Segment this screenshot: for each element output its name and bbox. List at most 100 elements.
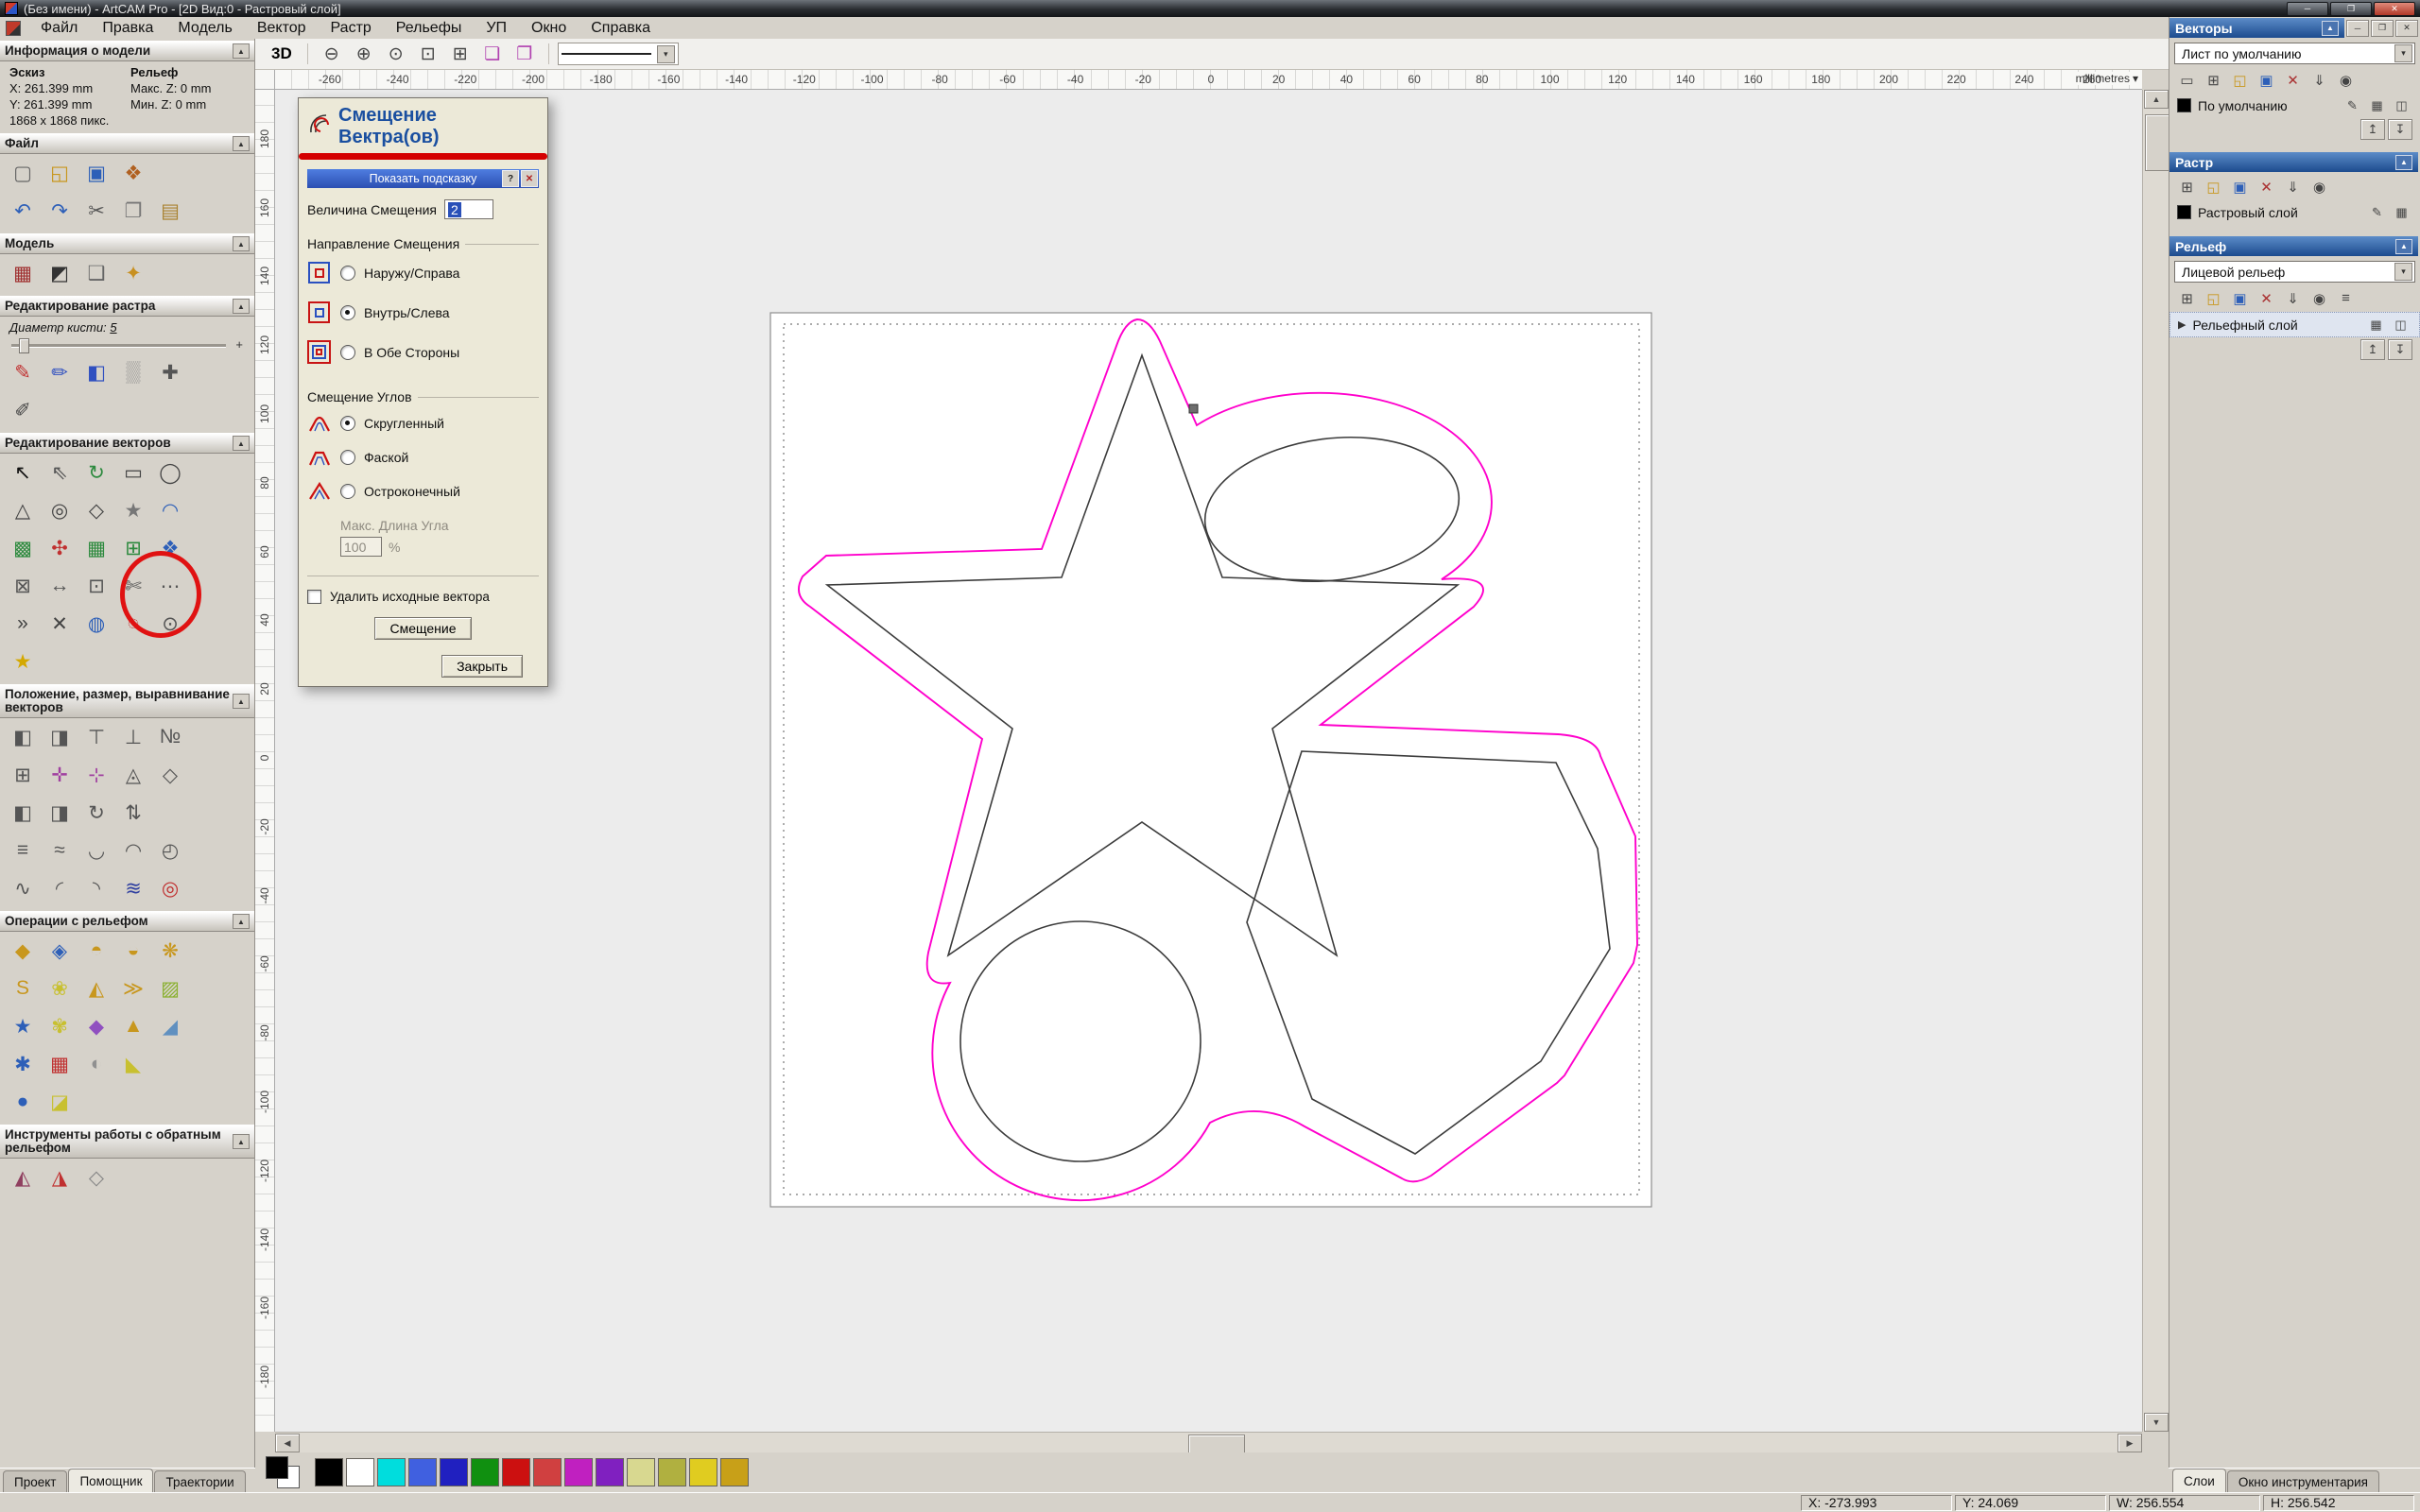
spiral-icon[interactable]: ◴ bbox=[152, 833, 188, 868]
create-circle-icon[interactable]: ◯ bbox=[152, 455, 188, 490]
new-raster-layer-icon[interactable]: ⊞ bbox=[2174, 175, 2200, 198]
create-polyline-icon[interactable]: △ bbox=[5, 493, 41, 527]
show-hint-label[interactable]: Показать подсказку bbox=[370, 172, 477, 185]
measure-icon[interactable]: ↔ bbox=[42, 569, 78, 603]
chevron-down-icon[interactable]: ▾ bbox=[657, 45, 675, 63]
canvas-2d-view[interactable] bbox=[275, 90, 2142, 1432]
save-relief-layer-icon[interactable]: ▣ bbox=[2227, 286, 2253, 310]
menu-help[interactable]: Справка bbox=[579, 17, 663, 39]
collapse-icon[interactable]: ▲ bbox=[233, 236, 250, 251]
zoom-1to1-icon[interactable]: ⊙ bbox=[381, 40, 411, 68]
guidelines-icon[interactable]: ❖ bbox=[152, 531, 188, 565]
tab-layers[interactable]: Слои bbox=[2172, 1469, 2226, 1492]
pyramid-relief-icon[interactable]: ▲ bbox=[115, 1009, 151, 1043]
color-swatch-12[interactable] bbox=[689, 1458, 717, 1486]
menu-model[interactable]: Модель bbox=[165, 17, 244, 39]
draw-icon[interactable]: ✏ bbox=[42, 355, 78, 389]
raster-layer-swatch[interactable] bbox=[2177, 205, 2191, 219]
merge-relief-layers-icon[interactable]: ⇓ bbox=[2280, 286, 2306, 310]
collapse-icon[interactable]: ▲ bbox=[233, 1134, 250, 1149]
open-vector-layer-icon[interactable]: ◱ bbox=[2227, 68, 2253, 92]
transform-vectors-icon[interactable]: ↻ bbox=[78, 455, 114, 490]
merge-raster-layers-icon[interactable]: ⇓ bbox=[2280, 175, 2306, 198]
menu-vector[interactable]: Вектор bbox=[245, 17, 319, 39]
corner-sharp-radio[interactable] bbox=[340, 484, 355, 499]
close-dialog-button[interactable]: Закрыть bbox=[441, 655, 523, 678]
subtract-relief-icon[interactable]: ◒ bbox=[115, 934, 151, 968]
texture-relief-icon[interactable]: ❀ bbox=[42, 971, 78, 1005]
edit-vector-layer-icon[interactable]: ✎ bbox=[2342, 95, 2363, 115]
color-swatch-7[interactable] bbox=[533, 1458, 562, 1486]
horizontal-scroll-thumb[interactable] bbox=[1188, 1435, 1245, 1453]
wave-distort-icon[interactable]: ≈ bbox=[42, 833, 78, 868]
help-button[interactable]: ? bbox=[502, 170, 519, 187]
delete-raster-layer-icon[interactable]: ✕ bbox=[2254, 175, 2279, 198]
intersect-vectors-icon[interactable]: ✕ bbox=[42, 607, 78, 641]
merge-vector-layers-icon[interactable]: ⇓ bbox=[2307, 68, 2332, 92]
align-left-icon[interactable]: ◧ bbox=[5, 720, 41, 754]
move-layer-down-icon[interactable]: ↧ bbox=[2388, 339, 2412, 360]
select-vectors-icon[interactable]: ↖ bbox=[5, 455, 41, 490]
mdi-restore-button[interactable]: ❐ bbox=[2371, 20, 2394, 37]
save-raster-layer-icon[interactable]: ▣ bbox=[2227, 175, 2253, 198]
direction-inward-radio[interactable] bbox=[340, 305, 355, 320]
color-swatch-8[interactable] bbox=[564, 1458, 593, 1486]
model-lightbulb-icon[interactable]: ✦ bbox=[115, 256, 151, 290]
dome-relief-icon[interactable]: ◐ bbox=[78, 1047, 114, 1081]
view-3d-button[interactable]: 3D bbox=[265, 42, 299, 66]
emboss-icon[interactable]: ◭ bbox=[78, 971, 114, 1005]
block-copy-icon[interactable]: ✣ bbox=[42, 531, 78, 565]
weave-relief-icon[interactable]: ▦ bbox=[42, 1047, 78, 1081]
magic-wand-icon[interactable]: ★ bbox=[5, 644, 41, 679]
sculpt-icon[interactable]: S bbox=[5, 971, 41, 1005]
paste-along-curve-icon[interactable]: ▩ bbox=[5, 531, 41, 565]
mirror-vertical-icon[interactable]: ◨ bbox=[42, 796, 78, 830]
menu-reliefs[interactable]: Рельефы bbox=[384, 17, 475, 39]
delete-original-checkbox[interactable] bbox=[307, 590, 321, 604]
star-relief-icon[interactable]: ★ bbox=[5, 1009, 41, 1043]
primary-color-swatch[interactable] bbox=[266, 1456, 288, 1479]
vertical-scrollbar[interactable]: ▲ ▼ bbox=[2142, 90, 2169, 1432]
open-model-icon[interactable]: ◱ bbox=[42, 156, 78, 190]
collapse-icon[interactable]: ▲ bbox=[233, 914, 250, 929]
ripple-icon[interactable]: ▨ bbox=[152, 971, 188, 1005]
minimize-button[interactable]: ─ bbox=[2287, 2, 2328, 16]
scroll-up-icon[interactable]: ▲ bbox=[2144, 90, 2169, 109]
corner-rounded-radio[interactable] bbox=[340, 416, 355, 431]
smooth-relief-icon[interactable]: ◆ bbox=[5, 934, 41, 968]
edit-raster-layer-icon[interactable]: ✎ bbox=[2366, 202, 2388, 222]
scroll-right-icon[interactable]: ▶ bbox=[2118, 1434, 2142, 1452]
tab-toolpaths[interactable]: Траектории bbox=[154, 1470, 245, 1492]
corner-sharp-option[interactable]: Остроконечный bbox=[299, 474, 547, 508]
flower-relief-icon[interactable]: ✾ bbox=[42, 1009, 78, 1043]
direction-outward-option[interactable]: Наружу/Справа bbox=[299, 253, 547, 293]
create-polygon-icon[interactable]: ◇ bbox=[78, 493, 114, 527]
open-relief-layer-icon[interactable]: ◱ bbox=[2201, 286, 2226, 310]
create-rectangle-icon[interactable]: ▭ bbox=[115, 455, 151, 490]
vector-layer-colour-icon[interactable]: ▦ bbox=[2366, 95, 2388, 115]
paste-icon[interactable]: ▤ bbox=[152, 194, 188, 228]
delete-vector-layer-icon[interactable]: ✕ bbox=[2280, 68, 2306, 92]
new-model-icon[interactable]: ▢ bbox=[5, 156, 41, 190]
number-vectors-icon[interactable]: № bbox=[152, 720, 188, 754]
snowflake-relief-icon[interactable]: ✱ bbox=[5, 1047, 41, 1081]
color-swatch-0[interactable] bbox=[315, 1458, 343, 1486]
apply-offset-button[interactable]: Смещение bbox=[374, 617, 471, 640]
maximize-button[interactable]: ❐ bbox=[2330, 2, 2372, 16]
relief-layer-item[interactable]: ▶ Рельефный слой ▦◫ bbox=[2169, 312, 2420, 337]
mirror-horizontal-icon[interactable]: ◧ bbox=[5, 796, 41, 830]
color-swatch-6[interactable] bbox=[502, 1458, 530, 1486]
block-relief-icon[interactable]: ◪ bbox=[42, 1085, 78, 1119]
relief-properties-icon[interactable]: ≡ bbox=[2333, 286, 2359, 310]
menu-raster[interactable]: Растр bbox=[319, 17, 384, 39]
set-model-size-icon[interactable]: ▦ bbox=[5, 256, 41, 290]
scroll-left-icon[interactable]: ◀ bbox=[275, 1434, 300, 1452]
arc-fit-up-icon[interactable]: ◠ bbox=[115, 833, 151, 868]
wedge-relief-icon[interactable]: ◣ bbox=[115, 1047, 151, 1081]
offset-relief-icon[interactable]: ≫ bbox=[115, 971, 151, 1005]
collapse-icon[interactable]: ▲ bbox=[2322, 21, 2339, 36]
undo-icon[interactable]: ↶ bbox=[5, 194, 41, 228]
scroll-down-icon[interactable]: ▼ bbox=[2144, 1413, 2169, 1432]
offset-distance-input[interactable]: 2 bbox=[444, 199, 493, 219]
paste-arrange-icon[interactable]: ◬ bbox=[115, 758, 151, 792]
